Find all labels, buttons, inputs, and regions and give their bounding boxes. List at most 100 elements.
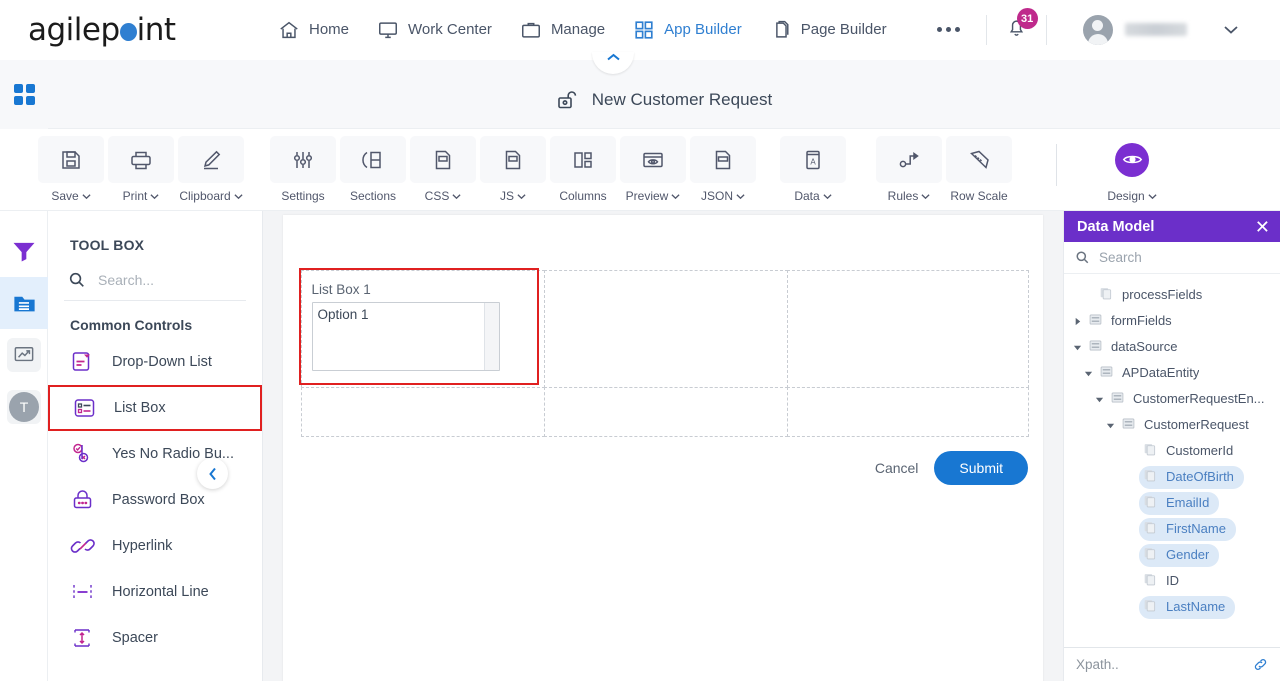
twisty-expanded-icon[interactable] xyxy=(1095,395,1104,404)
toolbar-clipboard-button[interactable]: Clipboard xyxy=(176,136,246,203)
nav-item-manage[interactable]: Manage xyxy=(520,19,605,41)
nav-item-work-center[interactable]: Work Center xyxy=(377,19,492,41)
toolbar-data-button[interactable]: A Data xyxy=(778,136,848,203)
list-box-icon xyxy=(74,399,95,417)
tree-twisty[interactable] xyxy=(1070,343,1084,352)
rail-item-analytics[interactable] xyxy=(0,329,48,381)
toolbar-rules-button[interactable]: Rules xyxy=(874,136,944,203)
grid-cell-empty[interactable] xyxy=(543,269,788,388)
analytics-icon xyxy=(14,347,34,362)
data-model-node-label: CustomerRequestEn... xyxy=(1133,391,1265,406)
data-model-search-input[interactable] xyxy=(1099,250,1249,265)
toolbar-columns-button[interactable]: Columns xyxy=(548,136,618,203)
twisty-expanded-icon[interactable] xyxy=(1073,343,1082,352)
data-model-node[interactable]: ID xyxy=(1064,568,1280,594)
chevron-down-icon[interactable] xyxy=(1221,23,1241,36)
data-model-node[interactable]: EmailId xyxy=(1064,490,1280,516)
toolbar-row-scale-button[interactable]: Row Scale xyxy=(944,136,1014,203)
submit-button[interactable]: Submit xyxy=(934,451,1028,485)
grid-cell-empty[interactable] xyxy=(786,269,1029,388)
data-model-node-label: dataSource xyxy=(1111,339,1178,354)
data-model-search[interactable] xyxy=(1064,242,1280,274)
data-model-node-label: Gender xyxy=(1166,547,1210,562)
toolbar-label: Clipboard xyxy=(179,189,243,203)
toolbar-sections-button[interactable]: Sections xyxy=(338,136,408,203)
more-menu-button[interactable] xyxy=(936,27,960,32)
toolbar-save-button[interactable]: Save xyxy=(36,136,106,203)
tree-twisty[interactable] xyxy=(1092,395,1106,404)
toolbox-item-horizontal-line[interactable]: Horizontal Line xyxy=(48,569,262,615)
twisty-collapsed-icon[interactable] xyxy=(1073,317,1082,326)
notifications-button[interactable]: 31 xyxy=(1005,8,1038,44)
svg-text:A: A xyxy=(810,157,816,166)
data-model-node[interactable]: formFields xyxy=(1064,308,1280,334)
toolbox-item-hyperlink[interactable]: Hyperlink xyxy=(48,523,262,569)
tree-twisty[interactable] xyxy=(1070,317,1084,326)
search-input[interactable] xyxy=(98,272,238,288)
eye-icon xyxy=(1115,142,1149,177)
data-model-node[interactable]: CustomerRequest xyxy=(1064,412,1280,438)
agilepoint-logo[interactable]: agilep int xyxy=(28,12,218,48)
data-model-node-label: DateOfBirth xyxy=(1166,469,1234,484)
toolbar-settings-button[interactable]: Settings xyxy=(268,136,338,203)
toolbar-design-button[interactable]: Design xyxy=(1097,136,1167,203)
grid-cell-empty[interactable] xyxy=(786,386,1029,437)
twisty-expanded-icon[interactable] xyxy=(1084,369,1093,378)
toolbox-item-list-box[interactable]: List Box xyxy=(48,385,262,431)
data-model-node[interactable]: dataSource xyxy=(1064,334,1280,360)
data-model-node[interactable]: CustomerId xyxy=(1064,438,1280,464)
nav-label: App Builder xyxy=(664,21,742,38)
grid-cell-empty[interactable] xyxy=(300,386,545,437)
toolbox-item-password-box[interactable]: Password Box xyxy=(48,477,262,523)
rail-item-theme[interactable]: T xyxy=(0,381,48,433)
chevron-down-icon xyxy=(517,193,526,199)
rail-item-toolbox[interactable] xyxy=(0,277,48,329)
data-model-node[interactable]: FirstName xyxy=(1064,516,1280,542)
nav-item-app-builder[interactable]: App Builder xyxy=(633,19,742,41)
canvas-scroll-gutter[interactable] xyxy=(1056,211,1063,681)
avatar[interactable] xyxy=(1082,14,1113,45)
nav-item-page-builder[interactable]: Page Builder xyxy=(770,19,887,41)
toolbox-item-spacer[interactable]: Spacer xyxy=(48,615,262,661)
toolbar-css-button[interactable]: CSS xyxy=(408,136,478,203)
grid-cell-listbox[interactable]: List Box 1 Option 1 xyxy=(300,269,545,388)
nav-item-home[interactable]: Home xyxy=(278,19,349,41)
data-model-node[interactable]: Gender xyxy=(1064,542,1280,568)
app-switcher-button[interactable] xyxy=(0,60,48,129)
list-box-control[interactable]: Option 1 xyxy=(311,301,500,371)
cancel-button[interactable]: Cancel xyxy=(875,460,919,476)
twisty-expanded-icon[interactable] xyxy=(1106,421,1115,430)
filter-icon xyxy=(13,242,35,262)
data-model-node-label: CustomerId xyxy=(1166,443,1234,458)
data-model-node[interactable]: LastName xyxy=(1064,594,1280,620)
toolbox-item-drop-down-list[interactable]: Drop-Down List xyxy=(48,339,262,385)
data-model-node[interactable]: APDataEntity xyxy=(1064,360,1280,386)
toolbox-collapse-button[interactable] xyxy=(197,458,228,489)
data-model-node[interactable]: DateOfBirth xyxy=(1064,464,1280,490)
data-model-node[interactable]: processFields xyxy=(1064,282,1280,308)
chevron-down-icon xyxy=(823,193,832,199)
toolbox-item-yes-no-radio[interactable]: Yes No Radio Bu... xyxy=(48,431,262,477)
listbox-scrollbar[interactable] xyxy=(483,302,499,370)
hyperlink-icon xyxy=(70,539,95,553)
toolbar-preview-button[interactable]: Preview xyxy=(618,136,688,203)
grid-cell-empty[interactable] xyxy=(543,386,788,437)
close-icon[interactable]: ✕ xyxy=(1255,218,1270,236)
link-icon[interactable] xyxy=(1252,656,1269,673)
left-icon-rail: T xyxy=(0,211,48,681)
toolbar-label: Sections xyxy=(349,189,397,203)
toolbar-label: Save xyxy=(51,189,91,203)
listbox-option[interactable]: Option 1 xyxy=(313,303,499,322)
toolbox-search[interactable] xyxy=(64,271,246,301)
toolbox-item-label: List Box xyxy=(114,400,166,416)
password-box-icon xyxy=(73,490,92,509)
xpath-input[interactable] xyxy=(1076,657,1236,672)
toolbar-json-button[interactable]: JSON xyxy=(688,136,758,203)
form-canvas[interactable]: List Box 1 Option 1 Cancel Submit xyxy=(283,215,1043,681)
rail-item-filter[interactable] xyxy=(0,225,48,277)
tree-twisty[interactable] xyxy=(1103,421,1117,430)
tree-twisty[interactable] xyxy=(1081,369,1095,378)
data-model-node[interactable]: CustomerRequestEn... xyxy=(1064,386,1280,412)
toolbar-print-button[interactable]: Print xyxy=(106,136,176,203)
toolbar-js-button[interactable]: JS xyxy=(478,136,548,203)
